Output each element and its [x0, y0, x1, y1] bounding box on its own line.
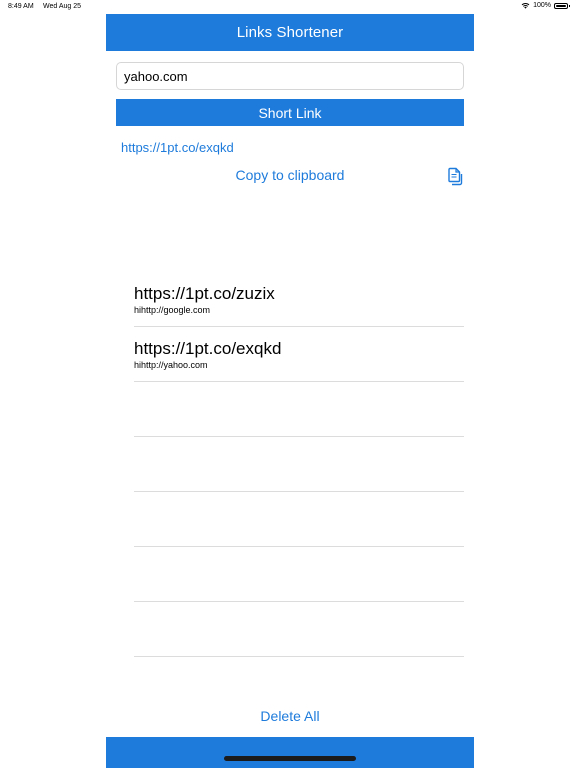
- status-time: 8:49 AM: [8, 3, 34, 10]
- nav-bar: Links Shortener: [106, 14, 474, 51]
- list-item[interactable]: https://1pt.co/zuzix hihttp://google.com: [134, 272, 464, 327]
- list-item-empty: [134, 492, 464, 547]
- bottom-bar: [106, 737, 474, 768]
- list-item-original-url: hihttp://google.com: [134, 305, 211, 315]
- status-date: Wed Aug 25: [43, 3, 82, 10]
- app-window: Links Shortener Short Link https://1pt.c…: [106, 14, 474, 768]
- wifi-icon: [521, 2, 530, 9]
- list-item-short-url: https://1pt.co/zuzix: [134, 284, 275, 303]
- list-item[interactable]: https://1pt.co/exqkd hihttp://yahoo.com: [134, 327, 464, 382]
- copy-to-clipboard-button[interactable]: Copy to clipboard: [106, 167, 474, 183]
- copy-icon[interactable]: [444, 165, 464, 187]
- list-item-short-url: https://1pt.co/exqkd: [134, 339, 282, 358]
- status-right: 100%: [521, 2, 570, 9]
- history-list: https://1pt.co/zuzix hihttp://google.com…: [134, 272, 464, 657]
- page-title: Links Shortener: [236, 24, 344, 41]
- battery-icon: [554, 2, 570, 9]
- screen: 8:49 AM Wed Aug 25 100% Links Shortener …: [0, 0, 576, 768]
- list-item-original-url: hihttp://yahoo.com: [134, 360, 208, 370]
- shortened-url-link[interactable]: https://1pt.co/exqkd: [121, 140, 234, 155]
- delete-all-button[interactable]: Delete All: [106, 708, 474, 724]
- list-item-empty: [134, 602, 464, 657]
- list-item-empty: [134, 437, 464, 492]
- short-link-button[interactable]: Short Link: [116, 99, 464, 126]
- url-input[interactable]: [116, 62, 464, 90]
- home-indicator[interactable]: [224, 756, 356, 761]
- list-item-empty: [134, 547, 464, 602]
- list-item-empty: [134, 382, 464, 437]
- status-bar: 8:49 AM Wed Aug 25 100%: [0, 0, 576, 14]
- battery-percent: 100%: [533, 2, 551, 9]
